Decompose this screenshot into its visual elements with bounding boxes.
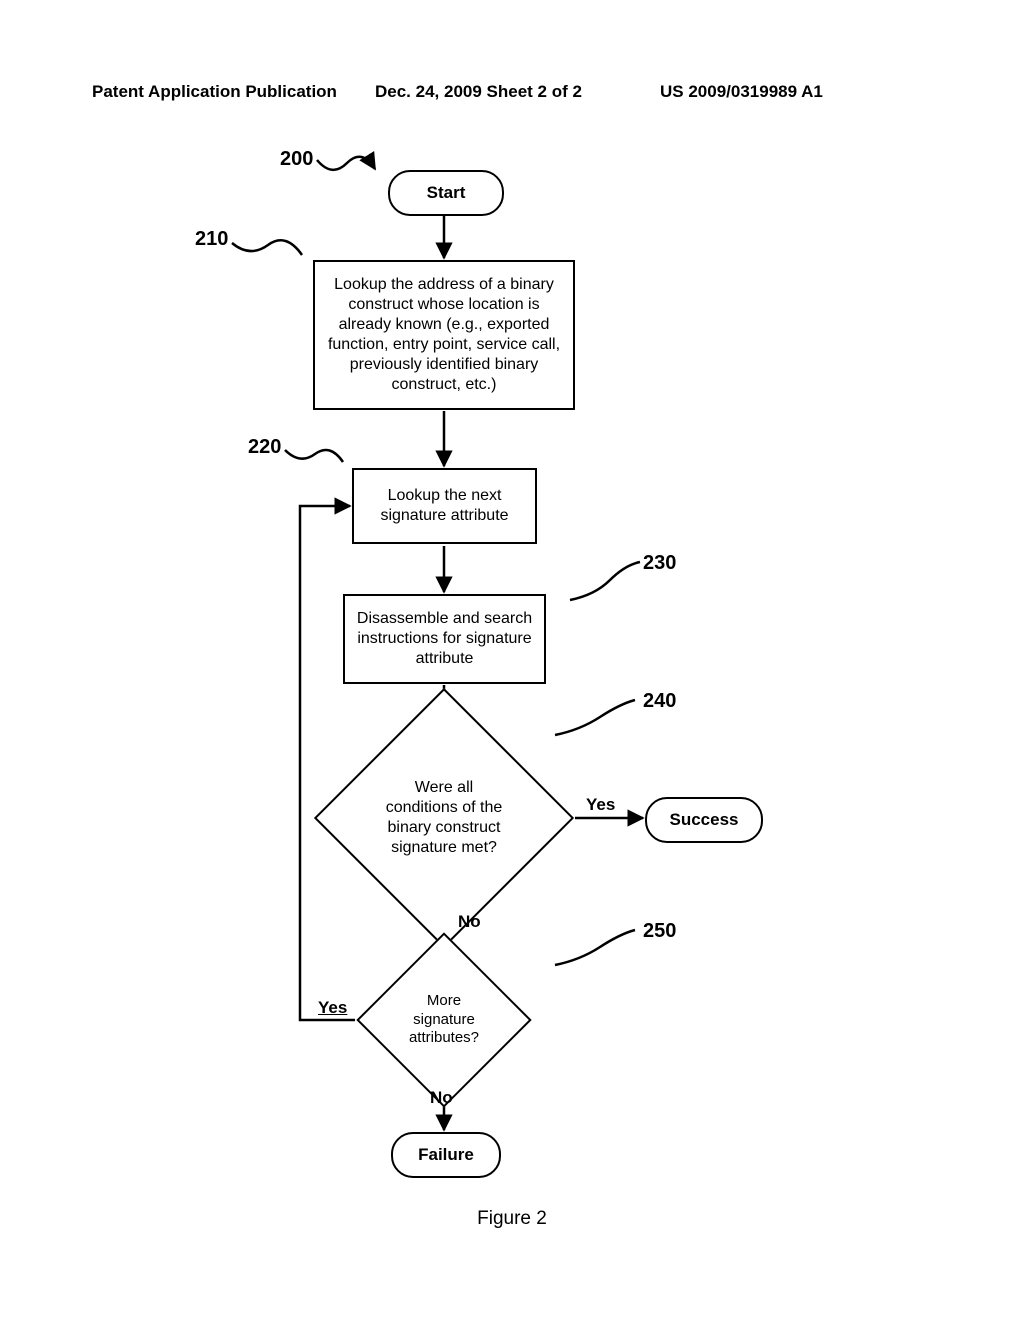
terminator-start: Start — [388, 170, 504, 216]
process-220: Lookup the next signature attribute — [352, 468, 537, 544]
terminator-start-label: Start — [427, 183, 466, 203]
edge-240-no: No — [458, 912, 481, 932]
edge-240-yes: Yes — [586, 795, 615, 815]
process-210-text: Lookup the address of a binary construct… — [321, 275, 567, 395]
process-220-text: Lookup the next signature attribute — [360, 486, 529, 526]
edge-250-no: No — [430, 1088, 453, 1108]
decision-250: More signature attributes? — [382, 958, 506, 1082]
terminator-failure-label: Failure — [418, 1145, 474, 1165]
terminator-success: Success — [645, 797, 763, 843]
ref-230: 230 — [643, 552, 676, 575]
terminator-failure: Failure — [391, 1132, 501, 1178]
edge-250-yes: Yes — [318, 998, 347, 1018]
ref-200: 200 — [280, 148, 313, 171]
decision-240: Were all conditions of the binary constr… — [352, 726, 536, 910]
page: { "header": { "left": "Patent Applicatio… — [0, 0, 1024, 1320]
process-230-text: Disassemble and search instructions for … — [351, 609, 538, 669]
ref-250: 250 — [643, 920, 676, 943]
header-right: US 2009/0319989 A1 — [660, 82, 823, 102]
terminator-success-label: Success — [670, 810, 739, 830]
decision-240-text: Were all conditions of the binary constr… — [352, 726, 536, 910]
figure-caption: Figure 2 — [0, 1208, 1024, 1230]
header-left: Patent Application Publication — [92, 82, 337, 102]
decision-250-text: More signature attributes? — [382, 958, 506, 1082]
process-230: Disassemble and search instructions for … — [343, 594, 546, 684]
ref-240: 240 — [643, 690, 676, 713]
ref-210: 210 — [195, 228, 228, 251]
ref-220: 220 — [248, 436, 281, 459]
process-210: Lookup the address of a binary construct… — [313, 260, 575, 410]
header-middle: Dec. 24, 2009 Sheet 2 of 2 — [375, 82, 582, 102]
